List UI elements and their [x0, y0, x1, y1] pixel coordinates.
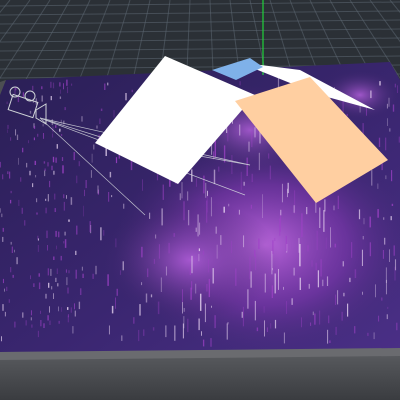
- 3d-viewport[interactable]: [0, 0, 400, 400]
- terrain-glow-left: [100, 200, 280, 320]
- viewport-canvas[interactable]: [0, 0, 400, 400]
